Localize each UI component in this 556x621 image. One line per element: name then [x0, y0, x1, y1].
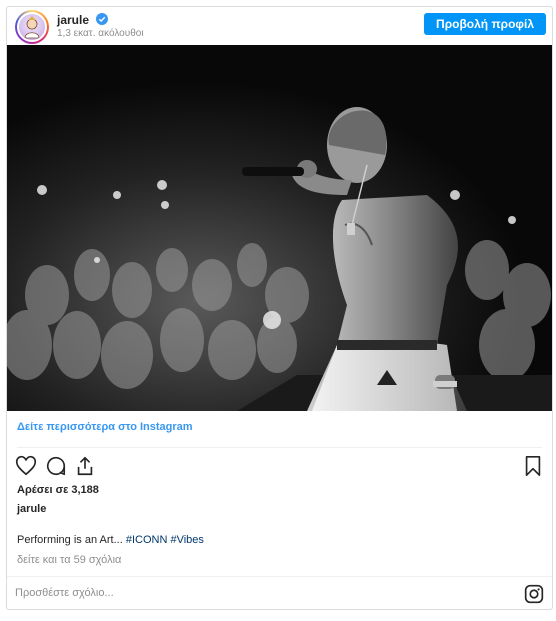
- share-icon[interactable]: [74, 455, 96, 477]
- comment-bar: Προσθέστε σχόλιο...: [7, 576, 552, 609]
- see-more-on-instagram-link[interactable]: Δείτε περισσότερα στο Instagram: [17, 421, 193, 433]
- bookmark-icon[interactable]: [522, 455, 544, 477]
- verified-badge-icon: [96, 13, 108, 25]
- view-all-comments-link[interactable]: δείτε και τα 59 σχόλια: [17, 554, 121, 566]
- heart-icon[interactable]: [15, 455, 37, 477]
- post-owner-username[interactable]: jarule: [17, 503, 46, 515]
- avatar-image: [17, 12, 47, 42]
- caption-text: Performing is an Art...: [17, 534, 126, 546]
- comment-input[interactable]: Προσθέστε σχόλιο...: [15, 587, 114, 599]
- instagram-icon[interactable]: [524, 584, 544, 604]
- username[interactable]: jarule: [57, 13, 89, 27]
- divider: [17, 447, 542, 448]
- post-photo[interactable]: [7, 45, 552, 411]
- concert-photo-image: [7, 45, 552, 411]
- avatar[interactable]: [15, 10, 49, 44]
- avatar-illustration-icon: [24, 16, 40, 39]
- post-header: jarule 1,3 εκατ. ακόλουθοι Προβολή προφί…: [7, 7, 552, 45]
- post-caption: Performing is an Art... #ICONN #Vibes: [17, 534, 204, 546]
- caption-hashtags[interactable]: #ICONN #Vibes: [126, 534, 204, 546]
- likes-count[interactable]: Αρέσει σε 3,188: [17, 484, 99, 496]
- comment-icon[interactable]: [45, 455, 67, 477]
- followers-count: 1,3 εκατ. ακόλουθοι: [57, 28, 144, 39]
- view-profile-button[interactable]: Προβολή προφίλ: [424, 13, 546, 35]
- instagram-embed-card: jarule 1,3 εκατ. ακόλουθοι Προβολή προφί…: [6, 6, 553, 610]
